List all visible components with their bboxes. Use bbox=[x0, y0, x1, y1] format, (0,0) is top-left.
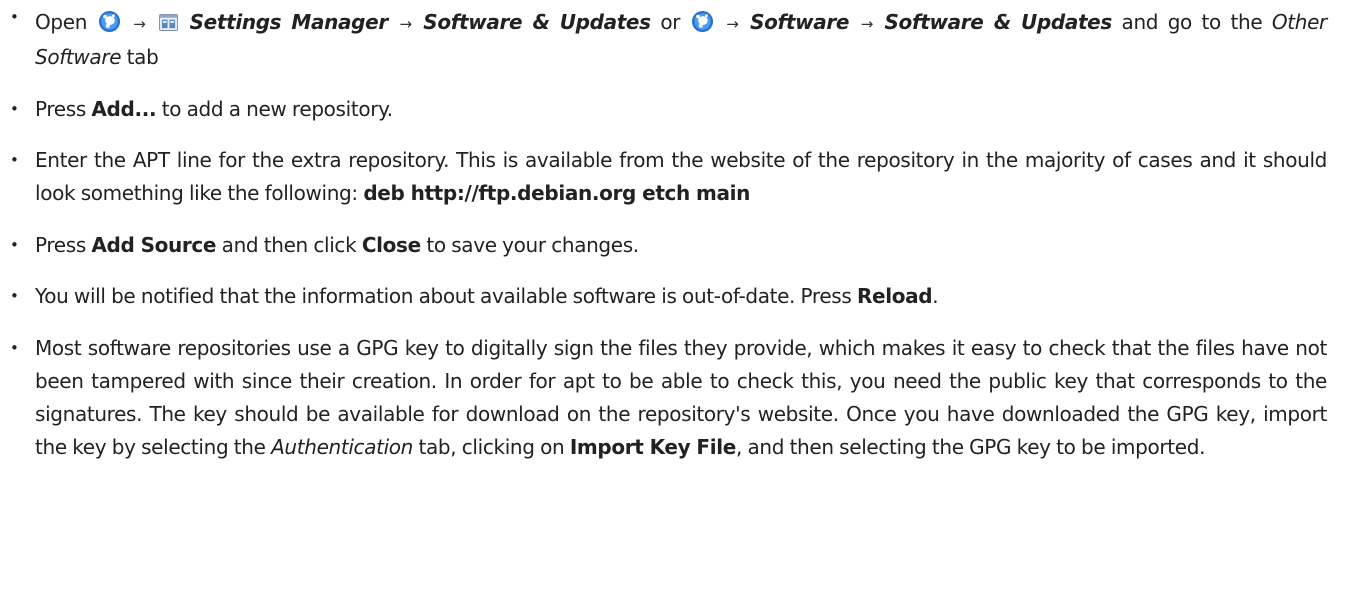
bullet: • bbox=[10, 287, 19, 305]
step-enter-apt-line: • Enter the APT line for the extra repos… bbox=[0, 144, 1327, 210]
punctuation: . bbox=[932, 284, 939, 308]
step-text: to add a new repository. bbox=[161, 96, 393, 121]
settings-manager-icon bbox=[159, 14, 178, 31]
bullet: • bbox=[10, 8, 19, 26]
arrow-icon: → bbox=[860, 15, 874, 33]
step-text: and go to the bbox=[1121, 10, 1263, 34]
step-press-add: • Press Add... to add a new repository. bbox=[0, 93, 1327, 126]
bullet: • bbox=[10, 99, 19, 118]
button-label-reload: Reload bbox=[856, 284, 933, 308]
menu-path-software-updates: Software & Updates bbox=[423, 10, 651, 34]
bullet: • bbox=[10, 338, 19, 357]
step-import-gpg-key: • Most software repositories use a GPG k… bbox=[0, 332, 1327, 464]
step-text: and then click bbox=[221, 232, 357, 257]
arrow-icon: → bbox=[399, 15, 412, 33]
tab-name-authentication: Authentication bbox=[271, 434, 414, 459]
instruction-list: • Open → Settings Manager → Software & U… bbox=[0, 6, 1327, 464]
step-reload: • You will be notified that the informat… bbox=[0, 280, 1327, 313]
button-label-add: Add... bbox=[91, 96, 157, 121]
step-open-software-sources: • Open → Settings Manager → Software & U… bbox=[0, 6, 1327, 74]
button-label-add-source: Add Source bbox=[91, 232, 217, 257]
step-text: Press bbox=[35, 96, 86, 121]
step-text: or bbox=[660, 10, 681, 34]
step-text: Open bbox=[35, 10, 88, 34]
step-text: You will be notified that the informatio… bbox=[35, 284, 852, 308]
menu-path-software: Software bbox=[750, 10, 850, 34]
step-add-source-close: • Press Add Source and then click Close … bbox=[0, 229, 1327, 262]
button-label-close: Close bbox=[361, 232, 421, 257]
step-text: , and then selecting the GPG key to be i… bbox=[735, 434, 1206, 459]
arrow-icon: → bbox=[726, 15, 739, 33]
bullet: • bbox=[10, 235, 19, 254]
step-text: Press bbox=[35, 232, 86, 257]
button-label-import-key-file: Import Key File bbox=[569, 434, 736, 459]
menu-path-settings-manager: Settings Manager bbox=[189, 10, 389, 34]
apt-line-example: deb http://ftp.debian.org etch main bbox=[363, 181, 751, 205]
step-text: to save your changes. bbox=[426, 232, 639, 257]
bullet: • bbox=[10, 151, 19, 169]
menu-path-software-updates: Software & Updates bbox=[884, 10, 1113, 34]
arrow-icon: → bbox=[133, 15, 146, 33]
application-menu-logo-icon bbox=[98, 10, 120, 33]
step-text: tab, clicking on bbox=[418, 434, 565, 459]
document-page: • Open → Settings Manager → Software & U… bbox=[0, 0, 1357, 603]
step-text: tab bbox=[126, 45, 159, 69]
application-menu-logo-icon bbox=[691, 10, 713, 33]
